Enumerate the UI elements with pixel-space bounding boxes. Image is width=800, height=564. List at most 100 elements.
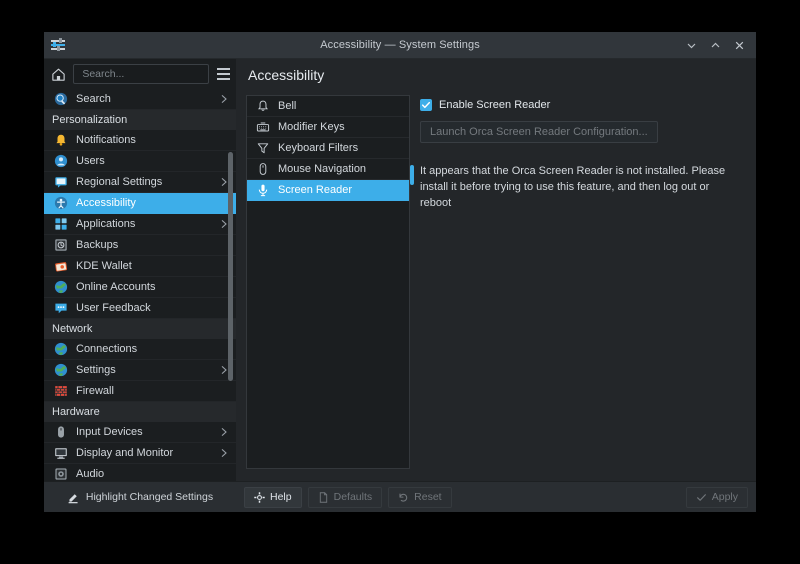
module-settings-pane: Enable Screen Reader Launch Orca Screen …	[410, 91, 756, 481]
globe-icon	[54, 363, 68, 377]
enable-screen-reader-row[interactable]: Enable Screen Reader	[420, 99, 742, 111]
help-button-label: Help	[270, 491, 292, 503]
applications-grid-icon	[54, 217, 68, 231]
mouse-icon	[256, 162, 270, 176]
sidebar-item-online-accounts[interactable]: Online Accounts	[44, 277, 236, 298]
sidebar-item-user-feedback[interactable]: User Feedback	[44, 298, 236, 319]
main-area: Accessibility BellModifier KeysKeyboard …	[236, 59, 756, 512]
launch-orca-configuration-button[interactable]: Launch Orca Screen Reader Configuration.…	[420, 121, 658, 143]
reset-button-label: Reset	[414, 491, 441, 503]
undo-icon	[398, 492, 409, 503]
chevron-right-icon	[220, 94, 228, 104]
module-item-label: Keyboard Filters	[278, 142, 358, 154]
sidebar: SearchPersonalizationNotificationsUsers R…	[44, 59, 236, 512]
orca-not-installed-message: It appears that the Orca Screen Reader i…	[420, 163, 742, 211]
pane-scroll-indicator[interactable]	[410, 165, 414, 185]
module-item-keyboard-filters[interactable]: Keyboard Filters	[247, 138, 409, 159]
reset-button[interactable]: Reset	[388, 487, 451, 508]
module-item-label: Screen Reader	[278, 184, 352, 196]
sidebar-scroll-area[interactable]: SearchPersonalizationNotificationsUsers R…	[44, 89, 236, 481]
minimize-button[interactable]	[680, 35, 702, 55]
sidebar-scrollbar[interactable]	[228, 152, 233, 381]
sidebar-item-connections[interactable]: Connections	[44, 339, 236, 360]
system-settings-window: Accessibility — System Settings	[44, 32, 756, 512]
firewall-icon	[54, 384, 68, 398]
check-icon	[696, 492, 707, 503]
apply-button[interactable]: Apply	[686, 487, 748, 508]
wallet-icon	[54, 259, 68, 273]
close-button[interactable]	[728, 35, 750, 55]
chevron-right-icon	[220, 427, 228, 437]
sidebar-item-users[interactable]: Users	[44, 151, 236, 172]
chevron-right-icon	[220, 448, 228, 458]
sidebar-item-notifications[interactable]: Notifications	[44, 130, 236, 151]
sidebar-nav-list: SearchPersonalizationNotificationsUsers R…	[44, 89, 236, 481]
bell-icon	[256, 99, 270, 113]
footer-toolbar: Help Defaults	[236, 481, 756, 512]
feedback-chat-icon	[54, 301, 68, 315]
backups-icon	[54, 238, 68, 252]
module-list[interactable]: Bell Modifier Keys Keyboard Filters Mouse N…	[246, 95, 410, 469]
defaults-button[interactable]: Defaults	[308, 487, 383, 508]
module-item-screen-reader[interactable]: Screen Reader	[247, 180, 409, 201]
regional-settings-icon	[54, 175, 68, 189]
search-input-wrapper[interactable]	[73, 64, 209, 84]
sidebar-item-label: Display and Monitor	[76, 447, 220, 459]
sidebar-item-label: Online Accounts	[76, 281, 230, 293]
sidebar-item-backups[interactable]: Backups	[44, 235, 236, 256]
module-item-label: Modifier Keys	[278, 121, 345, 133]
home-icon[interactable]	[49, 63, 68, 85]
sidebar-item-label: Firewall	[76, 385, 230, 397]
sidebar-item-kde-wallet[interactable]: KDE Wallet	[44, 256, 236, 277]
sidebar-item-accessibility[interactable]: Accessibility	[44, 193, 236, 214]
enable-screen-reader-checkbox[interactable]	[420, 99, 432, 111]
sidebar-section-header: Hardware	[44, 402, 236, 422]
sidebar-item-label: Settings	[76, 364, 220, 376]
highlight-changed-settings-label: Highlight Changed Settings	[86, 491, 213, 503]
sidebar-item-label: Applications	[76, 218, 220, 230]
users-icon	[54, 154, 68, 168]
window-body: SearchPersonalizationNotificationsUsers R…	[44, 59, 756, 512]
sidebar-item-regional-settings[interactable]: Regional Settings	[44, 172, 236, 193]
sidebar-item-label: Backups	[76, 239, 230, 251]
sidebar-item-display-and-monitor[interactable]: Display and Monitor	[44, 443, 236, 464]
module-item-modifier-keys[interactable]: Modifier Keys	[247, 117, 409, 138]
maximize-button[interactable]	[704, 35, 726, 55]
help-icon	[254, 492, 265, 503]
main-content: Bell Modifier Keys Keyboard Filters Mouse N…	[236, 91, 756, 481]
sidebar-section-header: Personalization	[44, 110, 236, 130]
module-item-label: Mouse Navigation	[278, 163, 366, 175]
sidebar-item-applications[interactable]: Applications	[44, 214, 236, 235]
sidebar-item-label: Regional Settings	[76, 176, 220, 188]
sidebar-item-settings[interactable]: Settings	[44, 360, 236, 381]
chevron-right-icon	[220, 177, 228, 187]
window-titlebar[interactable]: Accessibility — System Settings	[44, 32, 756, 59]
apply-button-label: Apply	[712, 491, 738, 503]
sidebar-item-input-devices[interactable]: Input Devices	[44, 422, 236, 443]
globe-icon	[54, 342, 68, 356]
search-magnifier-icon	[54, 92, 68, 106]
window-controls	[680, 35, 756, 55]
window-title: Accessibility — System Settings	[44, 39, 756, 51]
audio-speaker-icon	[54, 467, 68, 481]
sidebar-item-audio[interactable]: Audio	[44, 464, 236, 481]
system-settings-icon	[50, 37, 66, 53]
accessibility-icon	[54, 196, 68, 210]
highlight-changed-settings-button[interactable]: Highlight Changed Settings	[44, 481, 236, 512]
document-icon	[318, 492, 329, 503]
sidebar-item-search[interactable]: Search	[44, 89, 236, 110]
module-item-bell[interactable]: Bell	[247, 96, 409, 117]
keyboard-icon	[256, 120, 270, 134]
help-button[interactable]: Help	[244, 487, 302, 508]
bell-notification-icon	[54, 133, 68, 147]
chevron-right-icon	[220, 365, 228, 375]
module-item-mouse-navigation[interactable]: Mouse Navigation	[247, 159, 409, 180]
hamburger-menu-icon[interactable]	[214, 63, 232, 85]
enable-screen-reader-label: Enable Screen Reader	[439, 99, 550, 111]
chevron-right-icon	[220, 219, 228, 229]
microphone-icon	[256, 183, 270, 197]
sidebar-item-label: KDE Wallet	[76, 260, 230, 272]
search-input[interactable]	[80, 67, 202, 81]
sidebar-item-firewall[interactable]: Firewall	[44, 381, 236, 402]
sidebar-item-label: User Feedback	[76, 302, 230, 314]
